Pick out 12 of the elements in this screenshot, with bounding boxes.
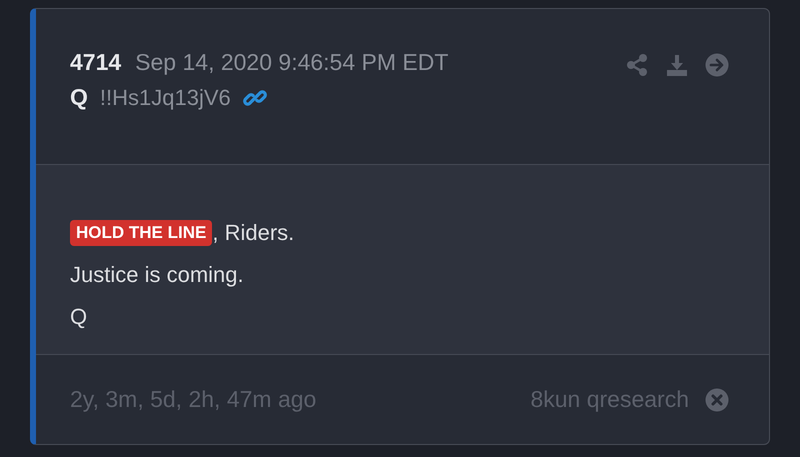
message-text: , Riders. (212, 220, 294, 246)
close-icon[interactable] (705, 388, 729, 412)
arrow-circle-icon[interactable] (705, 53, 729, 77)
tripcode: !!Hs1Jq13jV6 (100, 84, 231, 110)
highlight-tag: HOLD THE LINE (70, 220, 212, 246)
download-icon[interactable] (665, 53, 689, 77)
post-number: 4714 (70, 49, 122, 76)
post-timestamp: Sep 14, 2020 9:46:54 PM EDT (135, 49, 448, 76)
author-name: Q (70, 84, 88, 111)
share-icon[interactable] (625, 53, 649, 77)
message-text: Q (70, 304, 88, 330)
message-text: Justice is coming. (70, 262, 244, 288)
